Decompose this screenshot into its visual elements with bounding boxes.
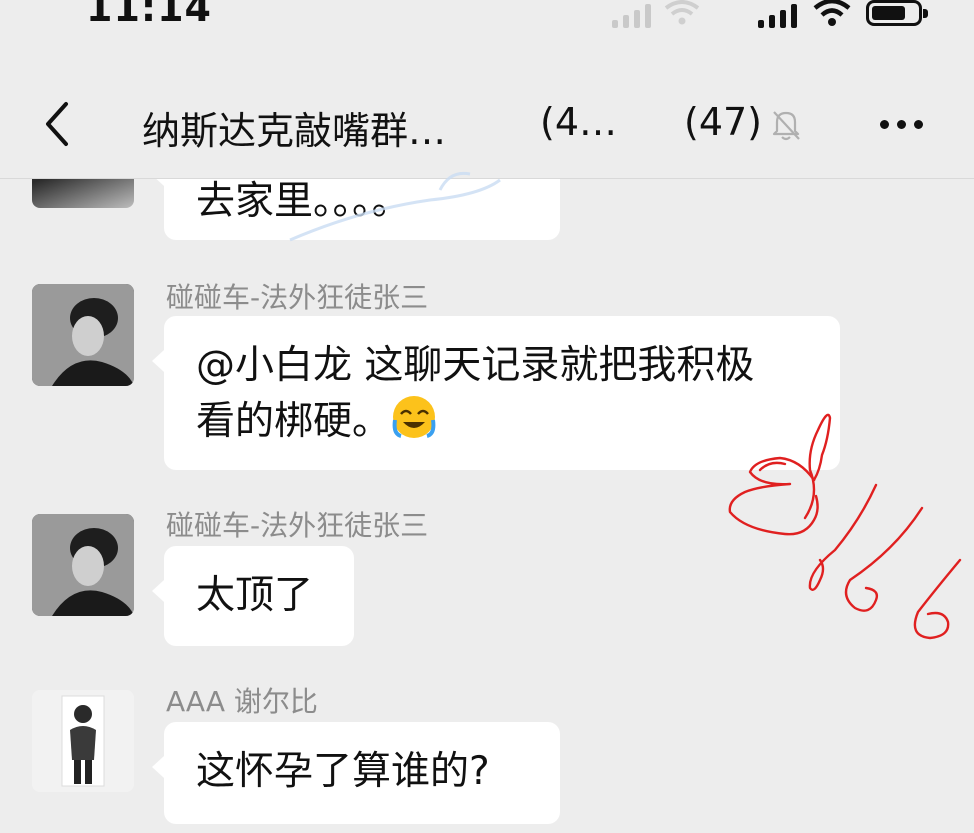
message-bubble[interactable]: @小白龙 这聊天记录就把我积极 看的梆硬。 — [152, 316, 840, 470]
wifi-icon — [813, 0, 851, 26]
sender-name: 碰碰车-法外狂徒张三 — [166, 509, 429, 542]
avatar-photo — [32, 690, 134, 792]
chat-title-duplicate: (4… — [540, 100, 618, 144]
battery-icon — [866, 0, 928, 26]
avatar[interactable] — [32, 514, 134, 616]
chat-title-text: 纳斯达克敲嘴群 — [142, 109, 409, 153]
status-time: 11:14 — [86, 0, 212, 30]
message-text: 太顶了 — [196, 573, 314, 618]
signal-icon — [758, 4, 797, 28]
signal-icon-secondary — [612, 4, 651, 28]
wifi-icon-secondary — [664, 0, 700, 25]
face-palm-emoji — [392, 396, 436, 438]
chat-title: 纳斯达克敲嘴群… — [142, 100, 446, 155]
message-bubble[interactable]: 太顶了 — [152, 546, 354, 646]
message-bubble[interactable]: 这怀孕了算谁的? — [152, 722, 560, 824]
sender-name: 碰碰车-法外狂徒张三 — [166, 281, 429, 314]
message-text-line: @小白龙 这聊天记录就把我积极 — [196, 343, 755, 388]
avatar[interactable] — [32, 690, 134, 792]
avatar-photo — [32, 514, 134, 616]
avatar-photo — [32, 284, 134, 386]
member-count: (47) — [684, 100, 763, 144]
sender-name: AAA 谢尔比 — [166, 685, 318, 718]
message-text-line: 看的梆硬。 — [196, 399, 392, 444]
bell-slash-icon — [772, 111, 800, 141]
message-text: 这怀孕了算谁的? — [196, 749, 490, 794]
chat-title-ellipsis: … — [408, 109, 447, 153]
status-bar: 11:14 — [0, 0, 974, 44]
message-text: 去家里。。。。 — [196, 179, 411, 224]
back-button[interactable] — [36, 96, 84, 152]
chat-header: 纳斯达克敲嘴群… (4… (47) — [0, 70, 974, 179]
more-button[interactable] — [880, 120, 923, 129]
avatar[interactable] — [32, 284, 134, 386]
